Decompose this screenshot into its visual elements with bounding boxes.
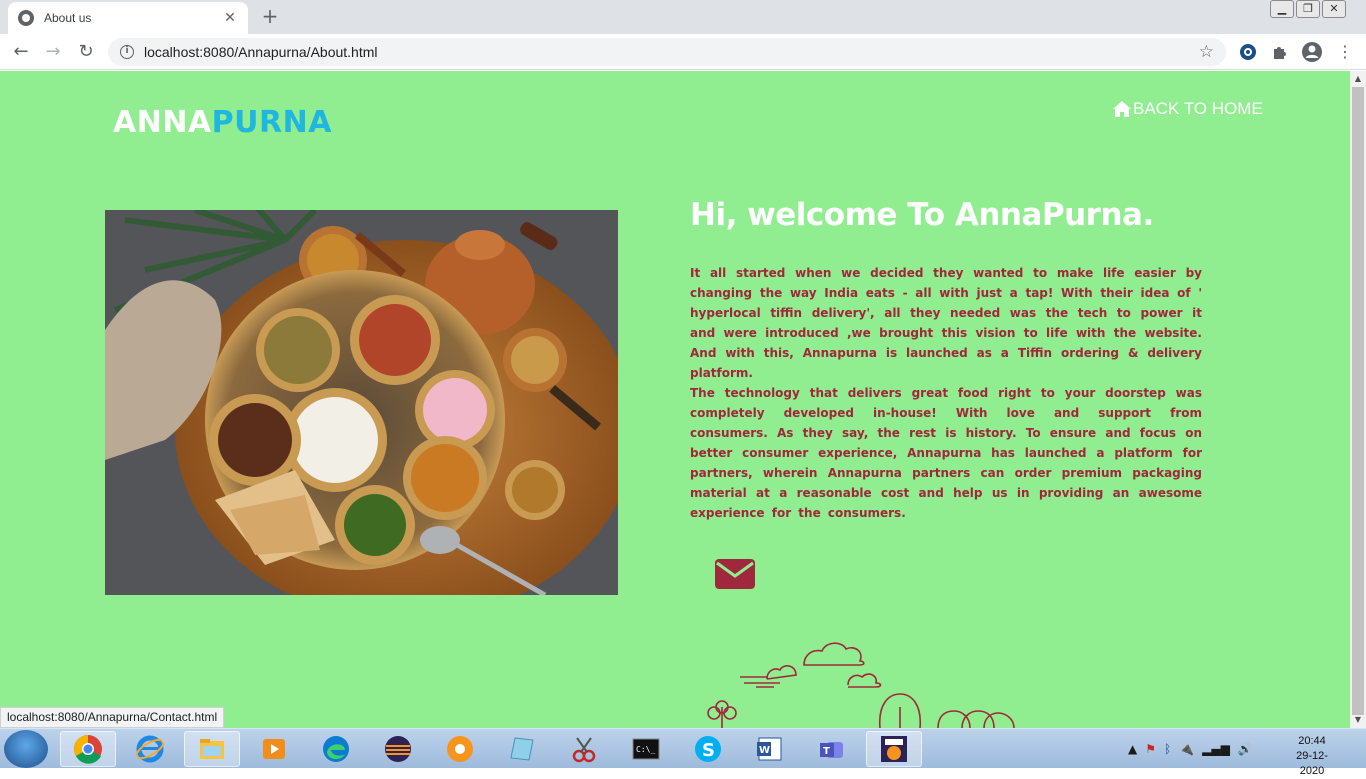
file-explorer-icon bbox=[200, 739, 224, 759]
menu-kebab-icon[interactable]: ⋮ bbox=[1333, 40, 1357, 64]
app-icon bbox=[447, 736, 473, 762]
city-doodle-illustration bbox=[707, 642, 1015, 728]
back-to-home-label: BACK TO HOME bbox=[1133, 99, 1263, 118]
network-signal-icon[interactable]: ▂▄▆ bbox=[1202, 742, 1230, 756]
show-hidden-icons-icon[interactable]: ▲ bbox=[1128, 742, 1137, 756]
page-scrollbar[interactable]: ▲ ▼ bbox=[1350, 71, 1366, 728]
restore-button[interactable]: ❐ bbox=[1296, 0, 1320, 18]
taskbar-media-player[interactable] bbox=[246, 731, 302, 767]
close-tab-icon[interactable]: ✕ bbox=[222, 10, 238, 26]
taskbar-word[interactable]: W bbox=[742, 731, 798, 767]
envelope-icon[interactable] bbox=[715, 559, 755, 589]
eclipse-icon bbox=[385, 736, 411, 762]
extensions-puzzle-icon[interactable] bbox=[1270, 42, 1290, 62]
teams-icon: T bbox=[820, 742, 843, 758]
annapurna-logo[interactable]: ANNAPURNA bbox=[113, 105, 332, 140]
profile-avatar-icon[interactable] bbox=[1301, 41, 1323, 63]
svg-text:S: S bbox=[702, 740, 715, 761]
word-icon: W bbox=[757, 737, 782, 761]
reload-icon[interactable]: ↻ bbox=[74, 40, 98, 64]
address-bar[interactable]: i localhost:8080/Annapurna/About.html ☆ bbox=[108, 38, 1226, 66]
new-tab-button[interactable]: + bbox=[258, 4, 282, 28]
taskbar-clock[interactable]: 20:44 29-12-2020 bbox=[1284, 734, 1340, 779]
taskbar-file-explorer[interactable] bbox=[184, 731, 240, 767]
scroll-up-arrow-icon[interactable]: ▲ bbox=[1350, 71, 1366, 87]
bookmark-star-icon[interactable]: ☆ bbox=[1199, 42, 1214, 62]
taskbar-internet-explorer[interactable] bbox=[122, 731, 178, 767]
command-prompt-icon: C:\_ bbox=[632, 738, 660, 760]
url-text: localhost:8080/Annapurna/About.html bbox=[144, 44, 378, 60]
scrollbar-thumb[interactable] bbox=[1352, 87, 1364, 715]
bluetooth-icon[interactable]: ᛒ bbox=[1164, 742, 1171, 756]
taskbar-skype[interactable]: S bbox=[680, 731, 736, 767]
browser-toolbar: ← → ↻ i localhost:8080/Annapurna/About.h… bbox=[0, 34, 1366, 70]
svg-text:W: W bbox=[759, 745, 770, 756]
scroll-down-arrow-icon[interactable]: ▼ bbox=[1350, 712, 1366, 728]
internet-explorer-icon bbox=[135, 735, 165, 763]
forward-arrow-icon[interactable]: → bbox=[41, 40, 65, 64]
tab-strip: About us ✕ + ▁ ❐ ✕ bbox=[0, 0, 1366, 34]
home-icon bbox=[1113, 101, 1131, 117]
notepad-icon bbox=[510, 737, 534, 761]
media-player-icon bbox=[263, 739, 285, 759]
taskbar-app[interactable] bbox=[432, 731, 488, 767]
volume-icon[interactable]: 🔊 bbox=[1238, 742, 1253, 756]
system-tray: ▲ ⚑ ᛒ 🔌 ▂▄▆ 🔊 bbox=[1128, 729, 1253, 769]
taskbar-chrome[interactable] bbox=[60, 731, 116, 767]
chrome-icon bbox=[74, 735, 102, 764]
clock-time: 20:44 bbox=[1298, 735, 1326, 747]
window-controls: ▁ ❐ ✕ bbox=[1268, 0, 1346, 18]
taskbar-eclipse[interactable] bbox=[370, 731, 426, 767]
svg-text:T: T bbox=[823, 746, 830, 757]
about-paragraph-2: The technology that delivers great food … bbox=[690, 386, 1202, 520]
close-window-button[interactable]: ✕ bbox=[1322, 0, 1346, 18]
about-text: It all started when we decided they want… bbox=[690, 263, 1202, 523]
clock-date: 29-12-2020 bbox=[1296, 750, 1328, 777]
skype-icon: S bbox=[695, 736, 721, 762]
svg-text:C:\_: C:\_ bbox=[636, 745, 655, 754]
site-info-icon[interactable]: i bbox=[120, 45, 134, 59]
page-content: ANNAPURNA BACK TO HOME Hi, welcome To An… bbox=[0, 71, 1350, 728]
logo-part-purna: PURNA bbox=[211, 105, 332, 140]
action-center-flag-icon[interactable]: ⚑ bbox=[1145, 742, 1156, 756]
taskbar-snipping-tool[interactable] bbox=[556, 731, 612, 767]
taskbar-command-prompt[interactable]: C:\_ bbox=[618, 731, 674, 767]
windows-taskbar: C:\_ S W T ▲ ⚑ ᛒ 🔌 ▂▄▆ 🔊 20:44 29-12-202… bbox=[0, 728, 1366, 777]
tab-title: About us bbox=[44, 11, 92, 25]
link-status-bubble: localhost:8080/Annapurna/Contact.html bbox=[0, 707, 225, 728]
start-button[interactable] bbox=[4, 730, 48, 768]
about-paragraph-1: It all started when we decided they want… bbox=[690, 266, 1202, 380]
snipping-tool-icon bbox=[572, 737, 596, 763]
taskbar-java-ee-ide[interactable] bbox=[866, 731, 922, 767]
logo-part-anna: ANNA bbox=[113, 105, 212, 140]
edge-icon bbox=[323, 736, 349, 762]
back-to-home-link[interactable]: BACK TO HOME bbox=[1112, 99, 1263, 119]
tab-about-us[interactable]: About us ✕ bbox=[8, 2, 248, 34]
welcome-heading: Hi, welcome To AnnaPurna. bbox=[690, 197, 1154, 233]
taskbar-notepad[interactable] bbox=[494, 731, 550, 767]
globe-icon bbox=[18, 10, 34, 26]
back-arrow-icon[interactable]: ← bbox=[9, 40, 33, 64]
taskbar-edge[interactable] bbox=[308, 731, 364, 767]
minimize-button[interactable]: ▁ bbox=[1270, 0, 1294, 18]
java-ee-ide-icon bbox=[881, 736, 907, 762]
taskbar-teams[interactable]: T bbox=[804, 731, 860, 767]
thali-food-image bbox=[105, 210, 618, 595]
extension-blue-icon[interactable] bbox=[1238, 42, 1258, 62]
power-plug-icon[interactable]: 🔌 bbox=[1179, 742, 1194, 756]
